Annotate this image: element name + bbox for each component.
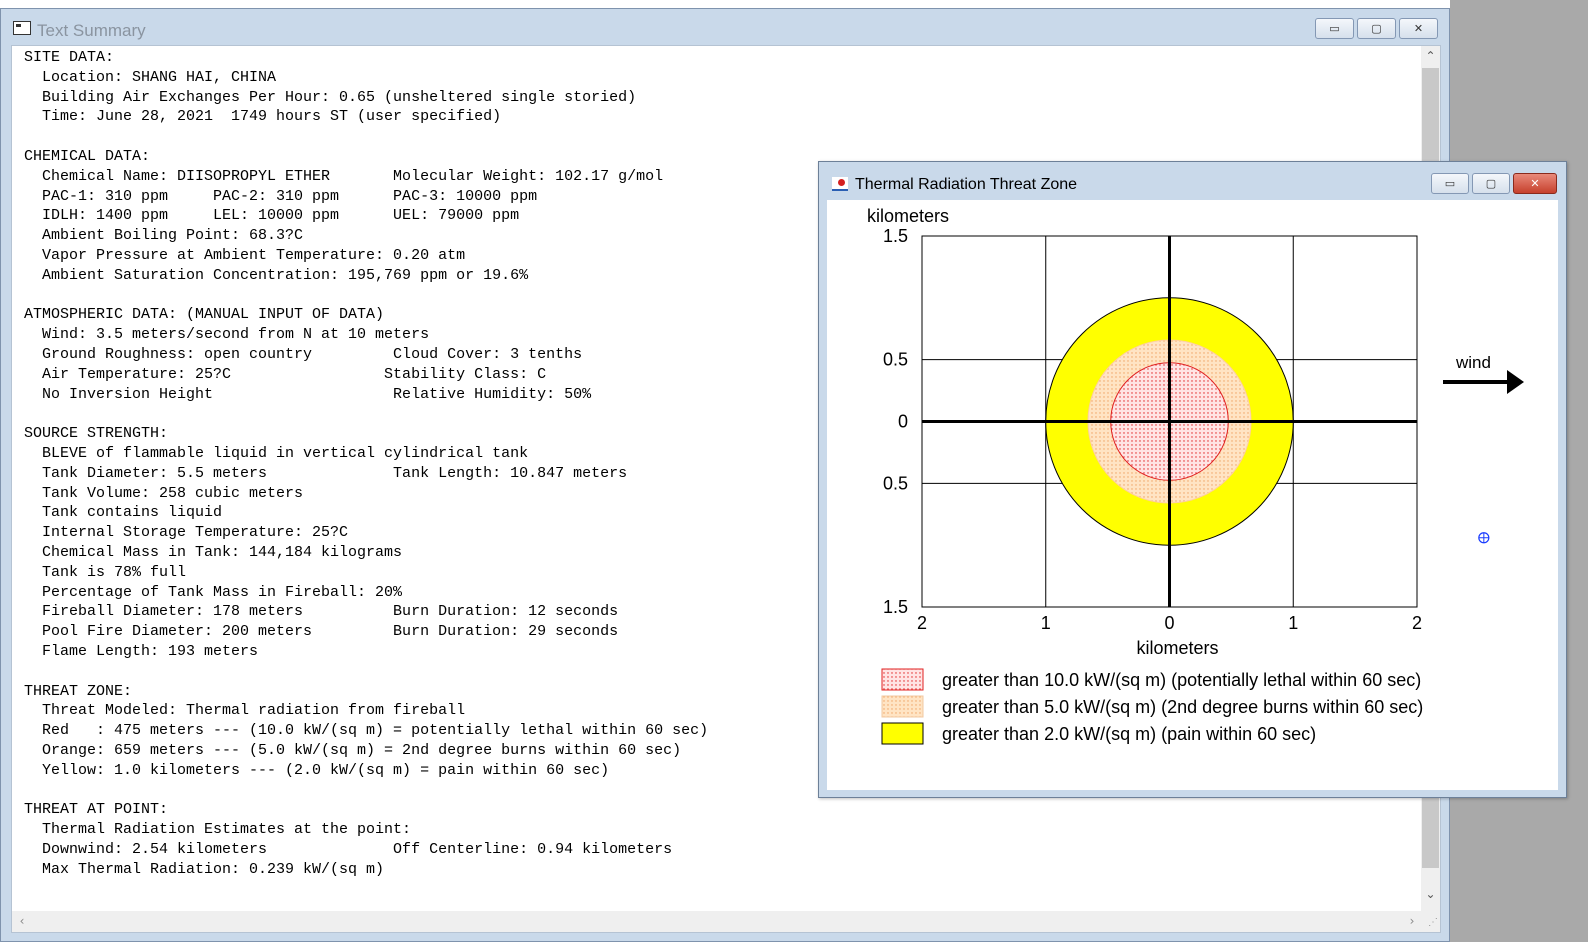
y-tick-label: 1.5 <box>883 226 908 246</box>
close-icon: ✕ <box>1530 177 1540 190</box>
wind-label: wind <box>1455 353 1491 372</box>
report-line: Chemical Mass in Tank: 144,184 kilograms <box>24 543 403 561</box>
legend-swatch-yellow <box>881 722 924 745</box>
report-line: BLEVE of flammable liquid in vertical cy… <box>24 444 529 462</box>
y-axis-title: kilometers <box>867 206 949 226</box>
report-line: Tank Diameter: 5.5 meters Tank Length: 1… <box>24 464 628 482</box>
text-summary-title: Text Summary <box>37 21 146 40</box>
report-line: ATMOSPHERIC DATA: (MANUAL INPUT OF DATA) <box>24 306 385 324</box>
scroll-right-icon[interactable]: › <box>1402 911 1422 932</box>
report-line: Building Air Exchanges Per Hour: 0.65 (u… <box>24 88 637 106</box>
x-tick-label: 2 <box>1412 613 1422 633</box>
report-line: Ambient Saturation Concentration: 195,76… <box>24 266 529 284</box>
chart-close-button[interactable]: ✕ <box>1513 173 1557 194</box>
report-line: Tank is 78% full <box>24 563 187 581</box>
report-line: No Inversion Height Relative Humidity: 5… <box>24 385 592 403</box>
minimize-icon: ▭ <box>1444 177 1456 190</box>
text-summary-titlebar[interactable]: Text Summary ▭ ▢ ✕ <box>1 9 1449 45</box>
report-line: Red : 475 meters --- (10.0 kW/(sq m) = p… <box>24 722 709 740</box>
threat-zone-chart: kilometerskilometers1.50.500.51.52 1 0 1 2wi… <box>867 206 1524 745</box>
report-line: Percentage of Tank Mass in Fireball: 20% <box>24 583 403 601</box>
report-line: Fireball Diameter: 178 meters Burn Durat… <box>24 603 619 621</box>
report-line: PAC-1: 310 ppm PAC-2: 310 ppm PAC-3: 100… <box>24 187 538 205</box>
minimize-icon: ▭ <box>1329 22 1340 35</box>
legend-swatch-orange <box>881 695 924 718</box>
report-blank-line <box>24 127 708 147</box>
wind-arrow-icon <box>1507 370 1524 394</box>
horizontal-scrollbar[interactable]: ‹ › <box>12 911 1423 932</box>
report-line: Flame Length: 193 meters <box>24 642 259 660</box>
x-tick-label: 2 <box>917 613 927 633</box>
report-line: Downwind: 2.54 kilometers Off Centerline… <box>24 840 673 858</box>
report-line: SITE DATA: <box>24 49 115 66</box>
report-blank-line <box>24 662 708 682</box>
report-line: Pool Fire Diameter: 200 meters Burn Dura… <box>24 623 619 641</box>
y-tick-label: 0 <box>898 412 908 432</box>
minimize-button[interactable]: ▭ <box>1315 18 1354 39</box>
resize-grip-icon[interactable]: ⋰ <box>1421 911 1440 932</box>
scroll-up-icon[interactable]: ⌃ <box>1421 46 1440 66</box>
maximize-button[interactable]: ▢ <box>1357 18 1396 39</box>
threat-zone-titlebar[interactable]: Thermal Radiation Threat Zone ▭ ▢ ✕ <box>819 162 1566 200</box>
y-tick-label: 0.5 <box>883 473 908 493</box>
scroll-left-icon[interactable]: ‹ <box>12 911 32 932</box>
report-line: Ambient Boiling Point: 68.3?C <box>24 227 304 245</box>
report-text: SITE DATA: Location: SHANG HAI, CHINA Bu… <box>24 48 708 879</box>
desktop-top-strip <box>0 0 1450 8</box>
legend-label: greater than 5.0 kW/(sq m) (2nd degree b… <box>942 697 1423 717</box>
report-line: Time: June 28, 2021 1749 hours ST (user … <box>24 108 502 126</box>
text-window-icon <box>13 21 31 35</box>
report-line: Threat Modeled: Thermal radiation from f… <box>24 702 466 720</box>
report-line: Max Thermal Radiation: 0.239 kW/(sq m) <box>24 860 385 878</box>
report-blank-line <box>24 286 708 306</box>
report-line: THREAT ZONE: <box>24 682 133 700</box>
legend-label: greater than 2.0 kW/(sq m) (pain within … <box>942 724 1316 744</box>
chart-minimize-button[interactable]: ▭ <box>1431 173 1469 194</box>
scroll-down-icon[interactable]: ⌄ <box>1421 884 1440 904</box>
report-line: Wind: 3.5 meters/second from N at 10 met… <box>24 326 430 344</box>
x-tick-label: 0 <box>1164 613 1174 633</box>
x-tick-label: 1 <box>1041 613 1051 633</box>
report-line: Yellow: 1.0 kilometers --- (2.0 kW/(sq m… <box>24 761 610 779</box>
maximize-icon: ▢ <box>1485 177 1497 190</box>
threat-zone-window: Thermal Radiation Threat Zone ▭ ▢ ✕ kilo… <box>818 161 1567 798</box>
report-line: Orange: 659 meters --- (5.0 kW/(sq m) = … <box>24 741 682 759</box>
threat-zone-title: Thermal Radiation Threat Zone <box>855 176 1078 193</box>
report-line: CHEMICAL DATA: <box>24 147 151 165</box>
report-line: Tank contains liquid <box>24 504 223 522</box>
close-icon: ✕ <box>1413 22 1424 35</box>
legend-swatch-red <box>881 668 924 691</box>
report-line: Chemical Name: DIISOPROPYL ETHER Molecul… <box>24 167 664 185</box>
close-button[interactable]: ✕ <box>1399 18 1438 39</box>
report-blank-line <box>24 780 708 800</box>
x-axis-title: kilometers <box>1136 638 1218 658</box>
maximize-icon: ▢ <box>1371 22 1382 35</box>
report-line: Vapor Pressure at Ambient Temperature: 0… <box>24 246 466 264</box>
legend-label: greater than 10.0 kW/(sq m) (potentially… <box>942 670 1421 690</box>
chart-maximize-button[interactable]: ▢ <box>1472 173 1510 194</box>
report-line: Tank Volume: 258 cubic meters <box>24 484 304 502</box>
report-line: THREAT AT POINT: <box>24 801 169 819</box>
report-line: Location: SHANG HAI, CHINA <box>24 68 277 86</box>
report-line: Ground Roughness: open country Cloud Cov… <box>24 345 583 363</box>
report-line: IDLH: 1400 ppm LEL: 10000 ppm UEL: 79000… <box>24 207 520 225</box>
y-tick-label: 1.5 <box>883 597 908 617</box>
report-blank-line <box>24 404 708 424</box>
chart-window-icon <box>832 177 848 191</box>
threat-zone-chart-area: kilometers kilometers 1.5 0.5 0 0.5 1.5 2 1 0 1 2 wi… <box>827 200 1558 790</box>
report-line: Air Temperature: 25?C Stability Class: C <box>24 365 547 383</box>
x-tick-label: 1 <box>1288 613 1298 633</box>
report-line: SOURCE STRENGTH: <box>24 425 169 443</box>
report-line: Internal Storage Temperature: 25?C <box>24 524 349 542</box>
report-line: Thermal Radiation Estimates at the point… <box>24 821 412 839</box>
y-tick-label: 0.5 <box>883 350 908 370</box>
